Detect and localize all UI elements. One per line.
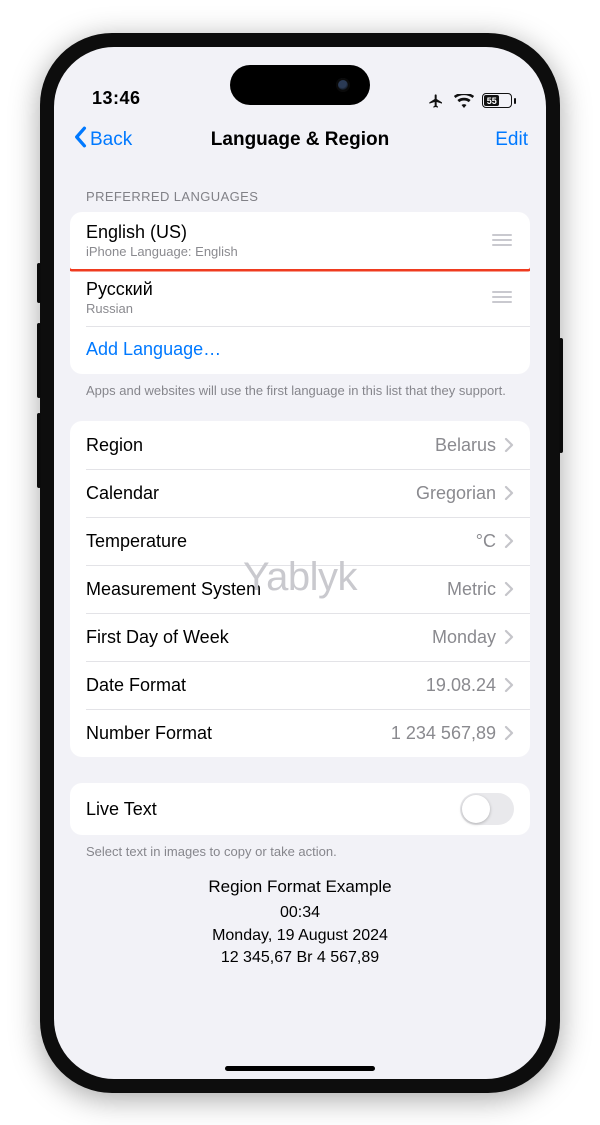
languages-group: English (US) iPhone Language: English Ру… (70, 212, 530, 374)
language-title: English (US) (86, 222, 238, 243)
live-text-footer: Select text in images to copy or take ac… (70, 835, 530, 861)
back-label: Back (90, 129, 132, 151)
airplane-mode-icon (426, 93, 446, 109)
home-indicator[interactable] (225, 1066, 375, 1071)
chevron-right-icon (504, 677, 514, 693)
language-row-english[interactable]: English (US) iPhone Language: English (70, 212, 530, 269)
battery-icon: 55 (482, 93, 516, 108)
region-settings-group: Region Belarus Calendar Gregorian Temper… (70, 421, 530, 757)
language-row-russian[interactable]: Русский Russian (70, 269, 530, 326)
status-time: 13:46 (92, 88, 141, 109)
chevron-right-icon (504, 533, 514, 549)
chevron-right-icon (504, 629, 514, 645)
region-format-example: Region Format Example 00:34 Monday, 19 A… (70, 861, 530, 970)
number-format-row[interactable]: Number Format 1 234 567,89 (70, 709, 530, 757)
calendar-row[interactable]: Calendar Gregorian (70, 469, 530, 517)
chevron-left-icon (72, 126, 88, 154)
back-button[interactable]: Back (72, 126, 132, 154)
add-language-button[interactable]: Add Language… (70, 326, 530, 374)
first-day-row[interactable]: First Day of Week Monday (70, 613, 530, 661)
add-language-label: Add Language… (86, 339, 221, 360)
chevron-right-icon (504, 725, 514, 741)
chevron-right-icon (504, 485, 514, 501)
region-row[interactable]: Region Belarus (70, 421, 530, 469)
live-text-group: Live Text (70, 783, 530, 835)
chevron-right-icon (504, 437, 514, 453)
measurement-row[interactable]: Measurement System Metric (70, 565, 530, 613)
language-subtitle: Russian (86, 301, 153, 316)
preferred-languages-header: PREFERRED LANGUAGES (70, 165, 530, 212)
live-text-toggle[interactable] (460, 793, 514, 825)
languages-footer: Apps and websites will use the first lan… (70, 374, 530, 400)
dynamic-island (230, 65, 370, 105)
screen: 13:46 55 (54, 47, 546, 1079)
reorder-grip-icon[interactable] (492, 234, 514, 246)
phone-frame: 13:46 55 (40, 33, 560, 1093)
live-text-row[interactable]: Live Text (70, 783, 530, 835)
edit-button[interactable]: Edit (495, 129, 528, 151)
nav-bar: Back Language & Region Edit (54, 115, 546, 165)
date-format-row[interactable]: Date Format 19.08.24 (70, 661, 530, 709)
wifi-icon (454, 94, 474, 108)
language-title: Русский (86, 279, 153, 300)
reorder-grip-icon[interactable] (492, 291, 514, 303)
temperature-row[interactable]: Temperature °C (70, 517, 530, 565)
language-subtitle: iPhone Language: English (86, 244, 238, 259)
chevron-right-icon (504, 581, 514, 597)
